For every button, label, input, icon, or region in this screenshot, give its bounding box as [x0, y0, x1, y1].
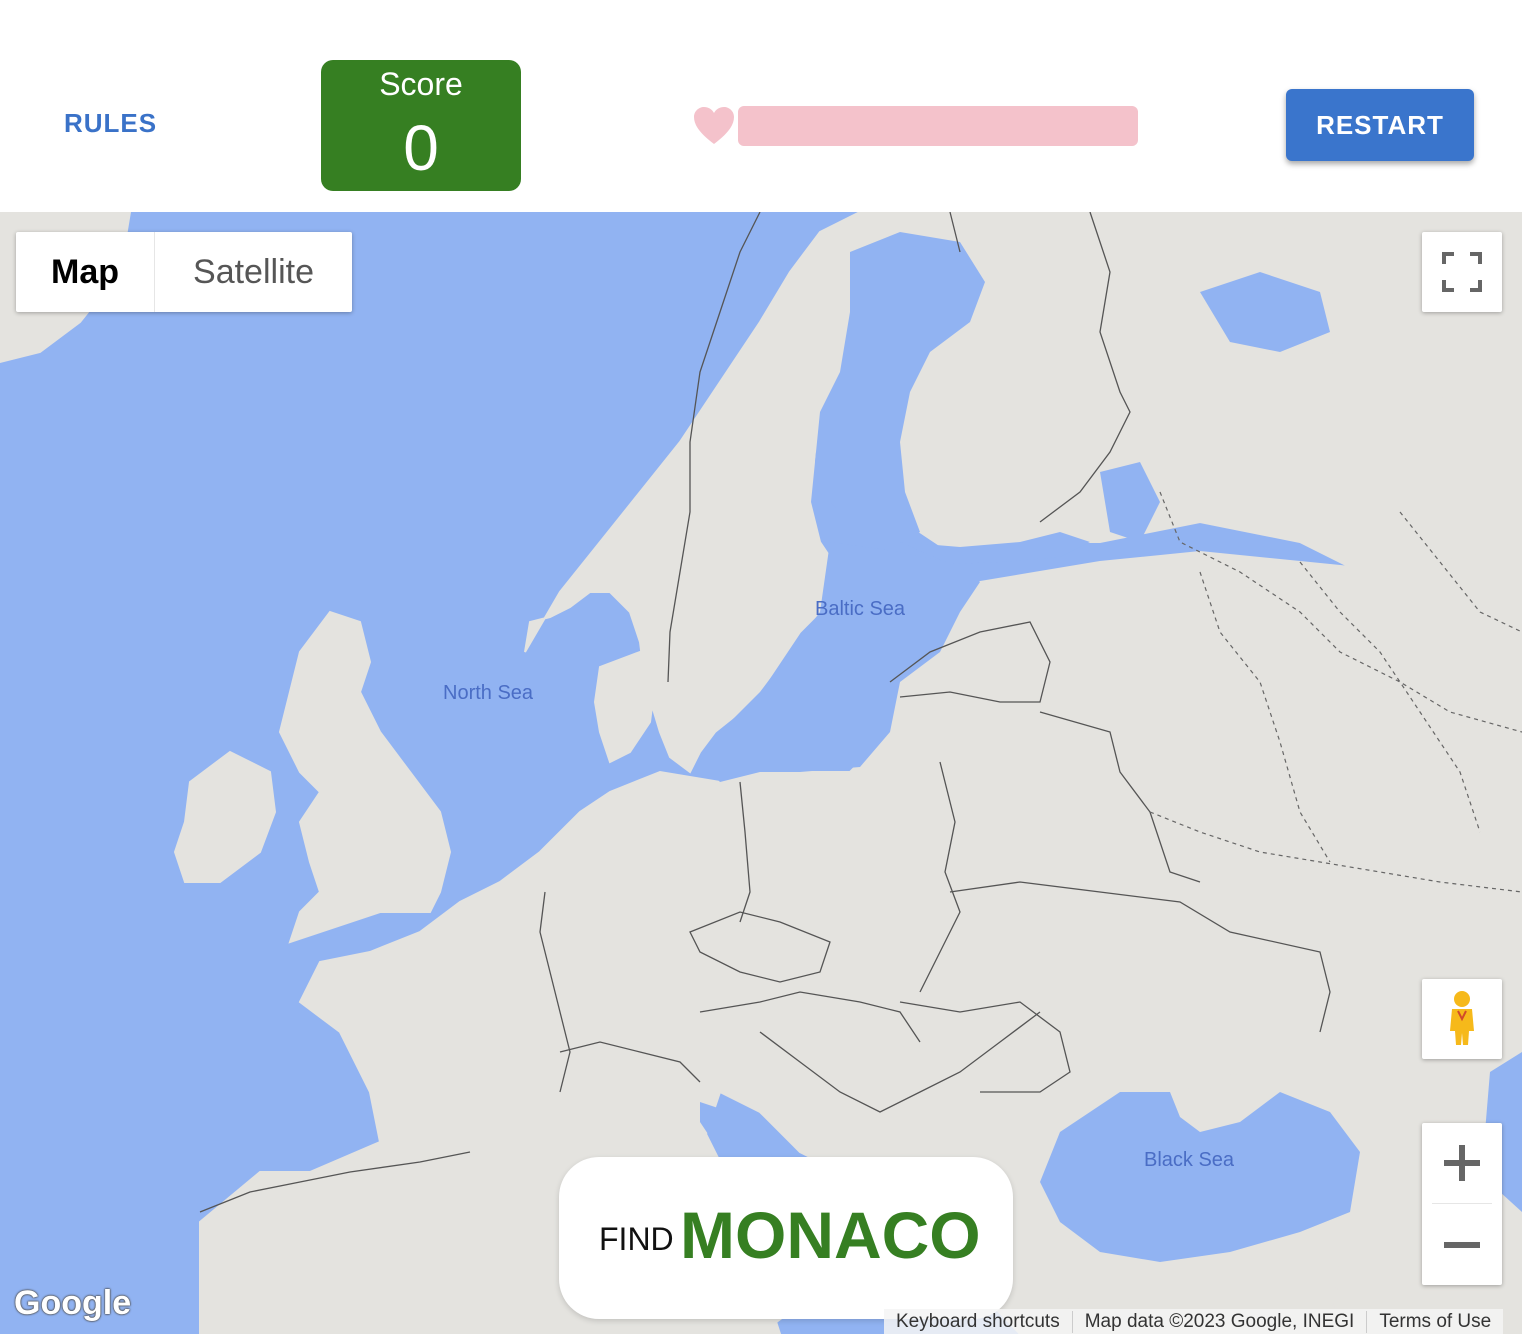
zoom-out-icon: [1444, 1242, 1480, 1248]
zoom-in-button[interactable]: [1422, 1123, 1502, 1203]
find-prompt-panel: FIND MONACO: [559, 1157, 1013, 1319]
map-data-text: Map data ©2023 Google, INEGI: [1084, 1310, 1355, 1332]
map-attribution: Keyboard shortcuts Map data ©2023 Google…: [884, 1309, 1504, 1334]
find-target-country: MONACO: [680, 1198, 981, 1272]
fullscreen-icon: [1442, 252, 1482, 292]
google-logo: Google: [14, 1284, 132, 1322]
lives-bar-fill: [738, 106, 1138, 146]
zoom-out-button[interactable]: [1422, 1205, 1502, 1285]
black-sea-label: Black Sea: [1144, 1149, 1235, 1171]
map-type-map-button[interactable]: Map: [16, 232, 155, 312]
map-view[interactable]: Map Satellite North Sea Baltic Sea Black…: [0, 212, 1522, 1334]
zoom-control: [1422, 1123, 1502, 1285]
pegman-icon: [1450, 991, 1474, 1045]
score-label: Score: [379, 66, 463, 102]
find-prefix: FIND: [599, 1221, 674, 1257]
score-value: 0: [403, 112, 439, 184]
zoom-separator: [1432, 1203, 1492, 1204]
street-view-pegman-button[interactable]: [1422, 979, 1502, 1059]
zoom-in-icon: [1444, 1145, 1480, 1181]
terms-of-use-link[interactable]: Terms of Use: [1367, 1311, 1503, 1333]
restart-button[interactable]: RESTART: [1286, 89, 1474, 161]
rules-link[interactable]: RULES: [64, 108, 157, 139]
map-type-satellite-button[interactable]: Satellite: [155, 232, 352, 312]
lives-bar: [738, 106, 1138, 146]
ireland: [173, 750, 277, 883]
denmark: [593, 650, 657, 764]
fullscreen-button[interactable]: [1422, 232, 1502, 312]
keyboard-shortcuts-link[interactable]: Keyboard shortcuts: [884, 1311, 1072, 1333]
great-britain: [278, 610, 452, 944]
heart-icon: [694, 107, 734, 144]
baltic-sea-label: Baltic Sea: [815, 598, 906, 620]
north-sea-label: North Sea: [443, 682, 534, 704]
game-header: RULES Score 0 RESTART: [0, 0, 1522, 212]
map-type-control: Map Satellite: [16, 232, 352, 312]
score-box: Score 0: [321, 60, 521, 191]
